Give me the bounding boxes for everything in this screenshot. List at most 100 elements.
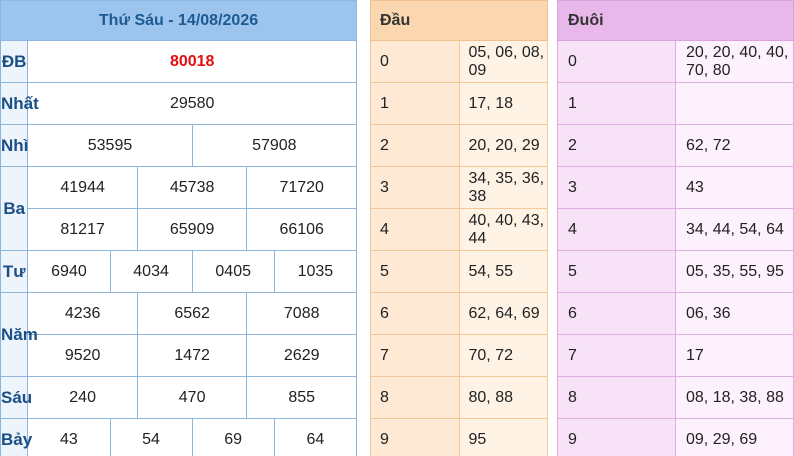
prize-number: 2629 [246, 334, 357, 377]
prize-label: Sáu [0, 376, 32, 419]
prize-label: ĐB [0, 40, 29, 83]
prize-label: Ba [0, 166, 29, 251]
head-values: 05, 06, 08, 09 [458, 40, 548, 83]
prize-number: 1472 [136, 334, 248, 377]
tail-key: 7 [557, 334, 676, 377]
prize-number: 4034 [109, 250, 193, 293]
tail-values: 06, 36 [675, 292, 794, 335]
prize-row-ba: Ba 41944 45738 71720 [0, 166, 357, 251]
tail-key: 5 [557, 250, 676, 293]
head-header: Đầu [370, 0, 548, 41]
prize-number: 470 [136, 376, 248, 419]
head-key: 5 [370, 250, 460, 293]
prize-row-sau: Sáu 240 470 855 [0, 376, 357, 419]
tail-values: 17 [675, 334, 794, 377]
tail-values: 08, 18, 38, 88 [675, 376, 794, 419]
head-values: 80, 88 [458, 376, 548, 419]
prize-row-tu: Tư 6940 4034 0405 1035 [0, 250, 358, 293]
prize-number: 6940 [27, 250, 111, 293]
prize-number: 43 [27, 418, 111, 456]
prize-row-db: ĐB 80018 [0, 40, 357, 83]
prize-number: 9520 [27, 334, 138, 377]
head-key: 1 [370, 82, 460, 125]
prize-number: 81217 [27, 208, 138, 251]
tail-header: Đuôi [557, 0, 794, 41]
tail-values [675, 82, 794, 125]
tail-values: 62, 72 [675, 124, 794, 167]
tail-row: 8 08, 18, 38, 88 [557, 376, 794, 419]
prize-number: 1035 [273, 250, 358, 293]
prize-row-nhat: Nhất 29580 [0, 82, 357, 125]
prize-number: 66106 [246, 208, 357, 251]
prize-number: 65909 [136, 208, 248, 251]
head-row: 1 17, 18 [370, 82, 548, 125]
tail-row: 0 20, 20, 40, 40, 70, 80 [557, 40, 794, 83]
tail-values: 09, 29, 69 [675, 418, 794, 456]
tail-row: 9 09, 29, 69 [557, 418, 794, 456]
head-row: 7 70, 72 [370, 334, 548, 377]
prize-number: 4236 [27, 292, 138, 335]
tail-row: 3 43 [557, 166, 794, 209]
head-key: 9 [370, 418, 460, 456]
results-table: Thứ Sáu - 14/08/2026 ĐB 80018 Nhất 29580… [0, 0, 358, 456]
head-values: 95 [458, 418, 548, 456]
tail-key: 8 [557, 376, 676, 419]
tail-row: 4 34, 44, 54, 64 [557, 208, 794, 251]
head-key: 8 [370, 376, 460, 419]
tail-key: 3 [557, 166, 676, 209]
tail-key: 2 [557, 124, 676, 167]
tail-key: 0 [557, 40, 676, 83]
prize-number: 64 [273, 418, 358, 456]
tail-row: 5 05, 35, 55, 95 [557, 250, 794, 293]
prize-number: 54 [109, 418, 193, 456]
prize-number: 71720 [246, 166, 357, 209]
head-values: 40, 40, 43, 44 [458, 208, 548, 251]
prize-label: Nhất [0, 82, 39, 125]
prize-row-nhi: Nhì 53595 57908 [0, 124, 358, 167]
head-row: 0 05, 06, 08, 09 [370, 40, 548, 83]
tail-values: 34, 44, 54, 64 [675, 208, 794, 251]
head-key: 2 [370, 124, 460, 167]
prize-number: 7088 [246, 292, 357, 335]
head-values: 17, 18 [458, 82, 548, 125]
tail-row: 1 [557, 82, 794, 125]
tail-key: 9 [557, 418, 676, 456]
prize-number: 240 [27, 376, 138, 419]
prize-row-nam-2: 9520 1472 2629 [1, 334, 357, 377]
prize-number: 41944 [27, 166, 138, 209]
prize-number: 57908 [191, 124, 358, 167]
head-row: 3 34, 35, 36, 38 [370, 166, 548, 209]
head-values: 54, 55 [458, 250, 548, 293]
head-row: 6 62, 64, 69 [370, 292, 548, 335]
tail-row: 2 62, 72 [557, 124, 794, 167]
prize-label: Bảy [0, 418, 32, 456]
head-row: 4 40, 40, 43, 44 [370, 208, 548, 251]
prize-number: 53595 [27, 124, 193, 167]
head-values: 70, 72 [458, 334, 548, 377]
head-row: 8 80, 88 [370, 376, 548, 419]
results-title: Thứ Sáu - 14/08/2026 [0, 0, 357, 41]
head-values: 20, 20, 29 [458, 124, 548, 167]
prize-label: Năm [0, 292, 38, 377]
prize-number: 6562 [136, 292, 248, 335]
head-row: 2 20, 20, 29 [370, 124, 548, 167]
prize-label: Tư [0, 250, 29, 293]
prize-number: 855 [246, 376, 357, 419]
head-key: 6 [370, 292, 460, 335]
head-values: 62, 64, 69 [458, 292, 548, 335]
head-digit-table: Đầu 0 05, 06, 08, 09 1 17, 18 2 20, 20, 29 … [370, 0, 548, 456]
tail-key: 6 [557, 292, 676, 335]
prize-number: 69 [191, 418, 275, 456]
head-key: 4 [370, 208, 460, 251]
tail-digit-table: Đuôi 0 20, 20, 40, 40, 70, 80 1 2 62, 72 3… [557, 0, 794, 456]
prize-label: Nhì [0, 124, 28, 167]
prize-number: 0405 [191, 250, 275, 293]
head-key: 0 [370, 40, 460, 83]
prize-number: 29580 [27, 82, 357, 125]
tail-values: 43 [675, 166, 794, 209]
prize-row-nam: Năm 4236 6562 7088 [0, 292, 357, 377]
prize-number: 45738 [136, 166, 248, 209]
tail-values: 20, 20, 40, 40, 70, 80 [675, 40, 794, 83]
prize-row-bay: Bảy 43 54 69 64 [0, 418, 358, 456]
prize-number: 80018 [27, 40, 357, 83]
